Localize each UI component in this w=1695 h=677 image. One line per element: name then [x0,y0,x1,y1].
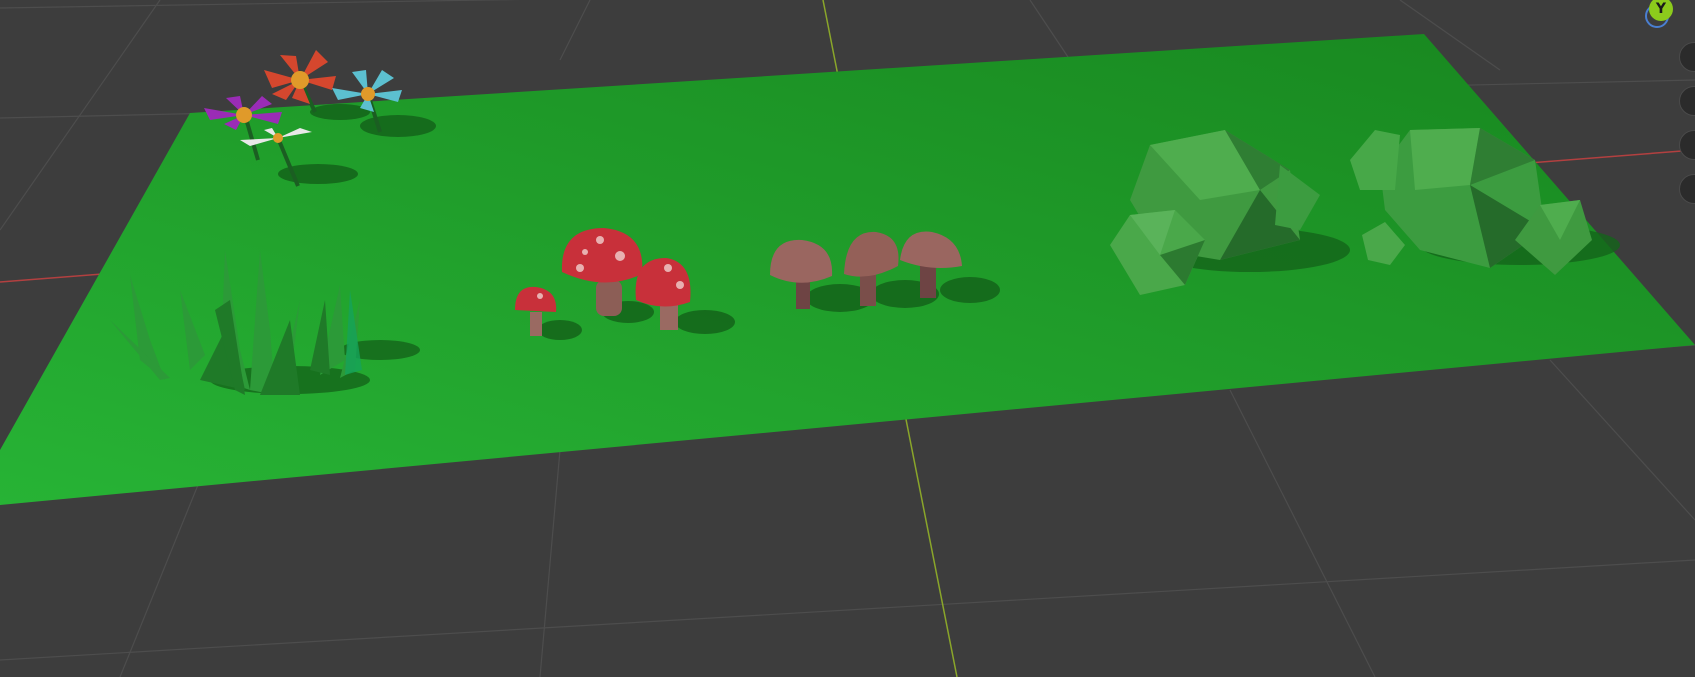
3d-viewport[interactable]: Y [0,0,1695,677]
scene-canvas[interactable] [0,0,1695,677]
navigation-gizmo[interactable]: Y [1635,0,1695,40]
rock-right[interactable] [1350,128,1620,275]
y-axis-gizmo-button[interactable]: Y [1649,0,1673,21]
red-flower [264,50,336,104]
